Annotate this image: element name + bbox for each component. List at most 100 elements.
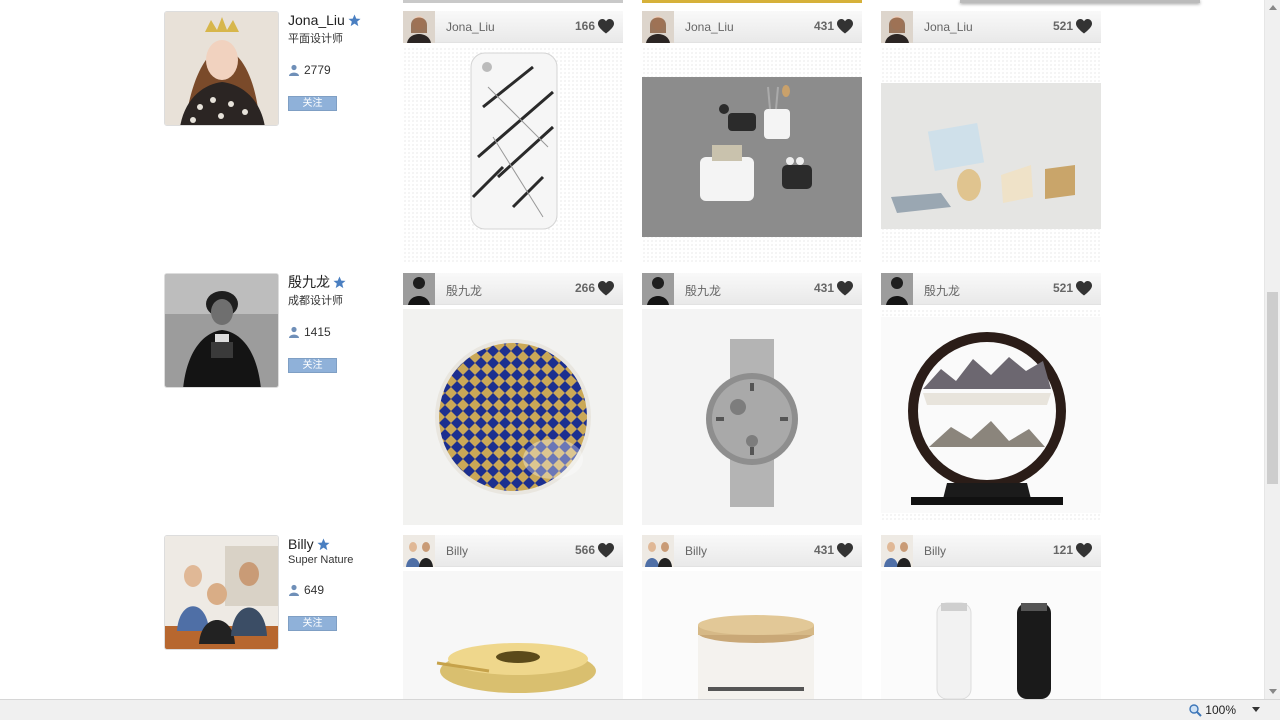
like-count: 431 [813,19,834,33]
designer-title: 成都设计师 [288,295,343,307]
user-thumbnail[interactable] [881,273,913,305]
heart-icon[interactable] [1076,281,1092,296]
product-image-bradley-watch[interactable] [642,309,862,525]
card-header: Jona_Liu 521 [881,11,1101,43]
product-image-marble-phone-case[interactable] [403,47,623,264]
card-header: Jona_Liu 166 [403,11,623,43]
designer-name[interactable]: Billy [288,536,314,552]
product-image-brass-dish[interactable] [403,571,623,699]
heart-icon[interactable] [598,19,614,34]
product-card[interactable]: Jona_Liu 431 [642,11,862,264]
user-thumbnail[interactable] [881,11,913,43]
follower-count-value: 649 [304,583,325,597]
card-header: Billy 431 [642,535,862,567]
previous-image-edge [403,0,623,3]
product-card[interactable]: Billy 121 [881,535,1101,699]
follower-count-value: 2779 [304,63,331,77]
page: Jona_Liu 平面设计师 2779 关注 Jona_Liu 166 Jona… [0,0,1280,720]
user-thumbnail[interactable] [881,535,913,567]
product-image-photo-stands[interactable] [881,47,1101,264]
card-username[interactable]: 殷九龙 [446,282,482,299]
user-thumbnail[interactable] [642,535,674,567]
scroll-up-icon[interactable] [1269,5,1277,10]
heart-icon[interactable] [837,543,853,558]
person-icon [289,584,299,596]
heart-icon[interactable] [598,543,614,558]
heart-icon[interactable] [837,281,853,296]
like-count: 166 [574,19,595,33]
person-icon [289,64,299,76]
verified-star-icon [317,537,330,550]
zoom-level: 100% [1205,703,1236,717]
card-header: Billy 121 [881,535,1101,567]
like-count: 431 [813,281,834,295]
vertical-scrollbar[interactable] [1264,0,1280,699]
like-count: 521 [1052,281,1073,295]
designer-info: Billy Super Nature 649 关注 [288,535,388,631]
designer-name[interactable]: Jona_Liu [288,12,345,28]
designer-title: Super Nature [288,554,354,566]
product-card[interactable]: 殷九龙 431 [642,273,862,525]
product-card[interactable]: Billy 431 [642,535,862,699]
product-image-watch-straps[interactable] [881,571,1101,699]
product-image-diamond-plate[interactable] [403,309,623,525]
follower-count-value: 1415 [304,325,331,339]
zoom-icon [1189,703,1203,717]
user-thumbnail[interactable] [403,11,435,43]
follow-button[interactable]: 关注 [288,96,337,111]
heart-icon[interactable] [837,19,853,34]
like-count: 266 [574,281,595,295]
follower-count: 1415 [288,325,388,339]
like-count: 431 [813,543,834,557]
avatar[interactable] [164,11,279,126]
user-thumbnail[interactable] [642,11,674,43]
like-count: 521 [1052,19,1073,33]
card-header: 殷九龙 431 [642,273,862,305]
zoom-control[interactable]: 100% [1189,703,1236,717]
card-username[interactable]: 殷九龙 [685,282,721,299]
product-card[interactable]: Jona_Liu 166 [403,11,623,264]
follow-button[interactable]: 关注 [288,616,337,631]
card-username[interactable]: Jona_Liu [685,20,734,34]
product-card[interactable]: Jona_Liu 521 [881,11,1101,264]
previous-image-edge [642,0,862,3]
person-icon [289,326,299,338]
product-image-sand-picture[interactable] [881,309,1101,521]
follow-button[interactable]: 关注 [288,358,337,373]
status-bar: 100% [0,699,1280,720]
card-username[interactable]: Billy [685,544,707,558]
scroll-down-icon[interactable] [1269,689,1277,694]
follower-count: 2779 [288,63,388,77]
user-thumbnail[interactable] [403,273,435,305]
product-card[interactable]: 殷九龙 266 [403,273,623,525]
zoom-dropdown-icon[interactable] [1252,707,1260,712]
card-username[interactable]: Billy [446,544,468,558]
card-header: Jona_Liu 431 [642,11,862,43]
like-count: 121 [1052,543,1073,557]
heart-icon[interactable] [598,281,614,296]
product-card[interactable]: 殷九龙 521 [881,273,1101,521]
card-header: 殷九龙 521 [881,273,1101,305]
verified-star-icon [348,13,361,26]
product-image-wall-pockets[interactable] [642,47,862,264]
designer-name[interactable]: 殷九龙 [288,272,330,292]
product-image-candle-tin[interactable] [642,571,862,699]
previous-image-edge [960,0,1200,3]
user-thumbnail[interactable] [403,535,435,567]
card-username[interactable]: Jona_Liu [446,20,495,34]
avatar[interactable] [164,535,279,650]
user-thumbnail[interactable] [642,273,674,305]
designer-title: 平面设计师 [288,33,343,45]
avatar[interactable] [164,273,279,388]
card-username[interactable]: Billy [924,544,946,558]
card-username[interactable]: Jona_Liu [924,20,973,34]
heart-icon[interactable] [1076,19,1092,34]
card-username[interactable]: 殷九龙 [924,282,960,299]
card-header: Billy 566 [403,535,623,567]
designer-info: Jona_Liu 平面设计师 2779 关注 [288,11,388,111]
heart-icon[interactable] [1076,543,1092,558]
product-card[interactable]: Billy 566 [403,535,623,699]
scrollbar-thumb[interactable] [1267,292,1278,484]
follower-count: 649 [288,583,388,597]
designer-info: 殷九龙 成都设计师 1415 关注 [288,273,388,373]
